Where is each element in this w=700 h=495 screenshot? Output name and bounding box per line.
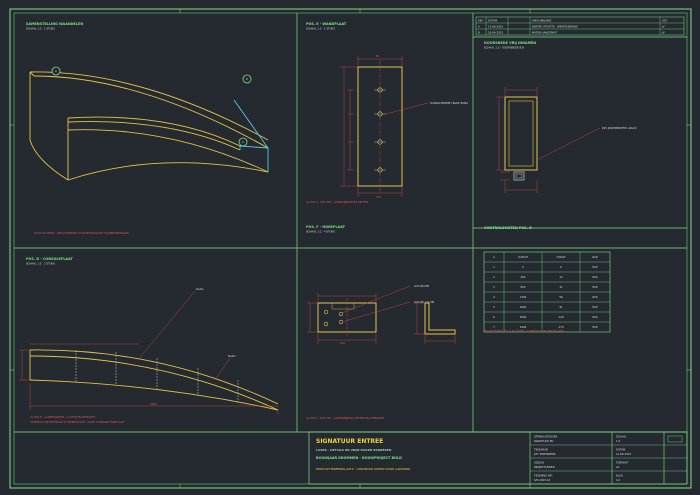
table-cell: R50 — [592, 285, 597, 289]
table-cell: 128 — [559, 315, 564, 319]
table-cell: R50 — [592, 275, 597, 279]
pos-e-note: 4x POS E - RVS 316 - LASERSNIJDEN EN ZET… — [306, 200, 368, 204]
rev-cell: A — [478, 25, 480, 29]
pos-d-note-1: 2x POS D - LASERSNIJDEN - LAATSTE BUITEN… — [30, 415, 95, 419]
title-block-subtitle: LASER - DETAILS EN VRIJE BAGEN EXBOEKEN — [316, 448, 392, 452]
balloon-c-label: C — [242, 140, 244, 144]
table-cell: 170 — [559, 325, 564, 329]
table-cell: R50 — [592, 325, 597, 329]
table-cell: 12 — [559, 275, 563, 279]
pos-d-title: POS. D - CONSOLEPLAAT — [26, 257, 73, 261]
table-cell: 58 — [559, 295, 563, 299]
rev-cell: B — [478, 31, 480, 35]
pos-d-subtitle: SCHAAL 1:5 · 2 STUKS — [26, 262, 55, 266]
pos-e-callout: SLOBGATEN/M8 TRADE BORG — [430, 101, 468, 105]
assembly-subtitle: SCHAAL 1:5 · 1 STUKS — [26, 27, 55, 31]
pos-e-dim-top: 60 — [376, 54, 380, 58]
pos-d-dim: 2400 — [150, 402, 157, 406]
rev-header-2: OMSCHRIJVING — [532, 19, 552, 23]
tb-meta-label: SCHAAL — [616, 435, 627, 439]
table-cell: 1200 — [520, 295, 527, 299]
rev-cell: 12-06-2023 — [488, 25, 503, 29]
drawing-sheet: REV DATUM OMSCHRIJVING GET. A 12-06-2023… — [0, 0, 700, 495]
table-header-cell: A — [493, 255, 495, 259]
tb-field-label: GEZIEN — [534, 461, 544, 465]
pos-d-callout-1: ZAAG — [196, 287, 203, 291]
rev-header-0: REV — [478, 19, 483, 23]
tb-field-label: TEKENAAR — [534, 448, 548, 452]
table-cell: R50 — [592, 305, 597, 309]
title-block-title: SIGNATUUR ENTREE — [316, 438, 383, 445]
tb-field-label: OPDRACHTGEVER — [534, 435, 557, 439]
table-header-cell: Y-MAAT — [556, 255, 566, 259]
rev-cell: JV — [661, 25, 665, 29]
detail-callout: RVS KOKERPROFIEL 40x20 — [602, 126, 637, 130]
pos-e-title: POS. E - WANDPLAAT — [306, 22, 347, 26]
table-cell: R50 — [592, 315, 597, 319]
tb-meta-label: DATUM — [616, 448, 625, 452]
tb-meta-value: A1 — [616, 465, 620, 469]
pos-e-subtitle: SCHAAL 1:2 · 1 STUKS — [306, 27, 335, 31]
table-cell: 2400 — [520, 325, 527, 329]
table-cell: 400 — [521, 275, 526, 279]
title-block-line2: BOUWJAAR KROMMEN - BOUWPROJECT BOLD — [316, 456, 402, 460]
tb-meta-value: 1:5 — [616, 439, 621, 443]
assembly-title: SAMENSTELLING WAANDELEN — [26, 22, 83, 26]
balloon-b-label: B — [246, 77, 248, 81]
table-note: MAATVOERING T.O.V. NULPUNT - CONTROLE OP… — [484, 329, 564, 333]
table-cell: 31 — [559, 285, 563, 289]
table-cell: 1600 — [520, 305, 527, 309]
table-cell: 800 — [521, 285, 526, 289]
pos-f-title: POS. F - HOEKPLAAT — [306, 225, 346, 229]
table-header-cell: X-MAAT — [518, 255, 528, 259]
pos-d-callout-2: NAAD — [228, 354, 236, 358]
tb-field-value: SIGNATUUR BV — [534, 439, 554, 443]
tb-meta-value: 1/1 — [616, 478, 621, 482]
rev-cell: EERSTE UITGIFTE - WERKTEKENING — [532, 25, 578, 29]
tb-field-value: JVD-2023-01 — [533, 478, 551, 482]
pos-f-note: 4x POS F - RVS 316 - LASERSNIJDEN, ZETTE… — [306, 416, 384, 420]
rev-cell: 18-06-2023 — [488, 31, 503, 35]
table-cell: 2000 — [520, 315, 527, 319]
pos-e-dim-bottom: 140 — [376, 195, 381, 199]
detail-title: DOORSNEDE VRIJ INNAMEN — [484, 41, 536, 45]
tb-meta-value: 12-06-2023 — [616, 452, 631, 456]
table-cell: R50 — [592, 295, 597, 299]
title-block-line3: PRODUCTIEWERKPLAATS - CONTROLE MATEN VOO… — [316, 467, 411, 471]
pos-f-subtitle: SCHAAL 1:2 · 4 STUKS — [306, 230, 335, 234]
rev-header-1: DATUM — [488, 19, 497, 23]
tb-meta-label: BLAD — [616, 474, 623, 478]
tb-field-value: JVD TEKENWERK — [533, 452, 556, 456]
table-header-cell: RAD — [592, 255, 597, 259]
table-cell: R50 — [592, 265, 597, 269]
pos-f-dim: 100 — [340, 341, 345, 345]
assembly-note: SLUIT OP TEKST - ZIE UITSNEDEN VOOR BENO… — [34, 231, 129, 235]
detail-subtitle: SCHAAL 1:2 · DOORSNEDE B-B — [484, 46, 524, 50]
rev-cell: MATEN AANGEPAST — [532, 31, 558, 35]
tb-field-value: PROJECTLEIDER — [534, 465, 555, 469]
rev-cell: JV — [661, 31, 665, 35]
tb-meta-label: FORMAAT — [616, 461, 629, 465]
table-cell: 91 — [559, 305, 563, 309]
pos-d-note-2: CONTROLE BIJ MONTAGE OP WERKPLAATS - VOO… — [30, 420, 125, 424]
tb-field-label: TEKENING NR. — [534, 474, 553, 478]
detail-label: CONTROLEMATEN POS. D — [484, 226, 532, 230]
rev-header-3: GET. — [662, 19, 668, 23]
